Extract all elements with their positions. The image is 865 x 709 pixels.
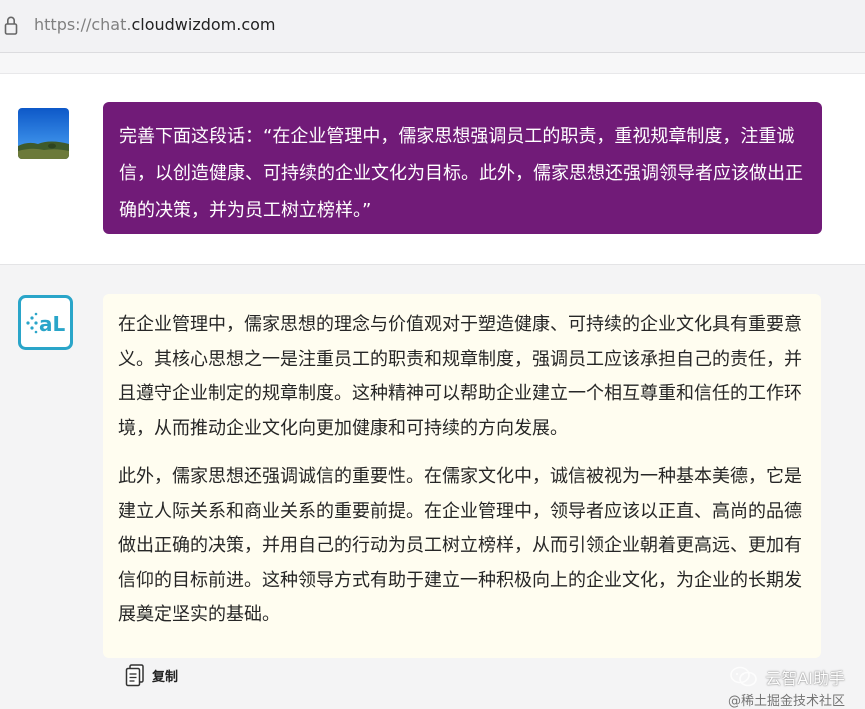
- url-prefix: https://chat.: [34, 15, 132, 34]
- ai-logo-avatar: aL: [18, 295, 73, 350]
- url-domain: cloudwizdom.com: [131, 15, 276, 34]
- user-message-row: 完善下面这段话：“在企业管理中，儒家思想强调员工的职责，重视规章制度，注重诚信，…: [0, 74, 865, 263]
- lock-icon: [4, 16, 18, 35]
- url-text[interactable]: https://chat.cloudwizdom.com: [34, 14, 276, 36]
- header-divider: [0, 53, 865, 74]
- wechat-icon: [730, 666, 758, 687]
- avatar-image: [18, 108, 69, 159]
- copy-label: 复制: [152, 669, 179, 685]
- watermark-subtitle: @稀土掘金技术社区: [727, 694, 845, 709]
- ai-paragraph: 此外，儒家思想还强调诚信的重要性。在儒家文化中，诚信被视为一种基本美德，它是建立…: [118, 466, 802, 625]
- user-avatar: [18, 108, 69, 159]
- ai-message-bubble: 在企业管理中，儒家思想的理念与价值观对于塑造健康、可持续的企业文化具有重要意义。…: [103, 294, 821, 658]
- watermark: 云智AI助手: [729, 665, 845, 689]
- watermark-title: 云智AI助手: [765, 669, 845, 688]
- ai-logo-icon: aL: [18, 295, 73, 350]
- address-bar[interactable]: https://chat.cloudwizdom.com: [0, 0, 865, 53]
- copy-button[interactable]: 复制: [124, 663, 178, 687]
- user-message-text: 完善下面这段话：“在企业管理中，儒家思想强调员工的职责，重视规章制度，注重诚信，…: [119, 126, 803, 221]
- copy-icon: [125, 664, 144, 687]
- user-message-bubble: 完善下面这段话：“在企业管理中，儒家思想强调员工的职责，重视规章制度，注重诚信，…: [103, 102, 822, 234]
- svg-text:aL: aL: [39, 312, 65, 336]
- ai-message-row: aL 在企业管理中，儒家思想的理念与价值观对于塑造健康、可持续的企业文化具有重要…: [0, 264, 865, 709]
- ai-paragraph: 在企业管理中，儒家思想的理念与价值观对于塑造健康、可持续的企业文化具有重要意义。…: [118, 314, 802, 439]
